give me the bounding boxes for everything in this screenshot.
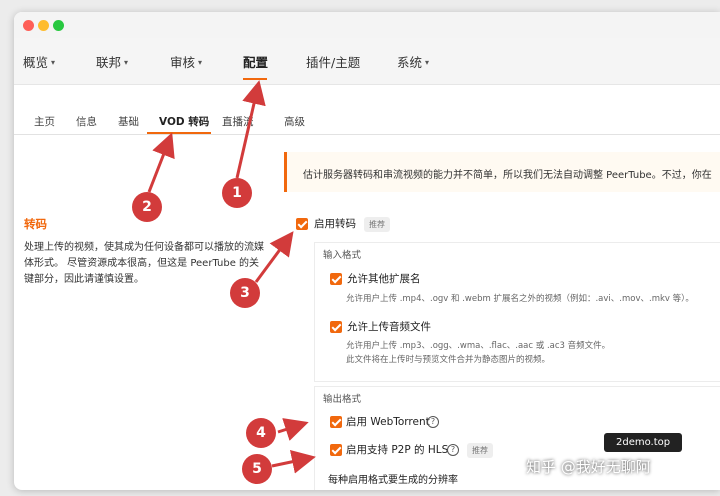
arrow-5 xyxy=(271,449,316,474)
site-watermark: 2demo.top xyxy=(604,433,683,452)
annotation-marker-3: 3 xyxy=(230,278,260,308)
annotation-marker-2: 2 xyxy=(132,192,162,222)
arrow-1 xyxy=(235,80,266,179)
zhihu-watermark: 知乎 @我好无聊阿 xyxy=(526,458,651,476)
arrow-3 xyxy=(254,231,294,283)
annotation-marker-4: 4 xyxy=(246,418,276,448)
annotation-marker-5: 5 xyxy=(242,454,272,484)
annotation-arrows xyxy=(147,80,316,474)
annotation-marker-1: 1 xyxy=(222,178,252,208)
arrow-4 xyxy=(277,418,309,441)
arrow-2 xyxy=(147,132,175,193)
